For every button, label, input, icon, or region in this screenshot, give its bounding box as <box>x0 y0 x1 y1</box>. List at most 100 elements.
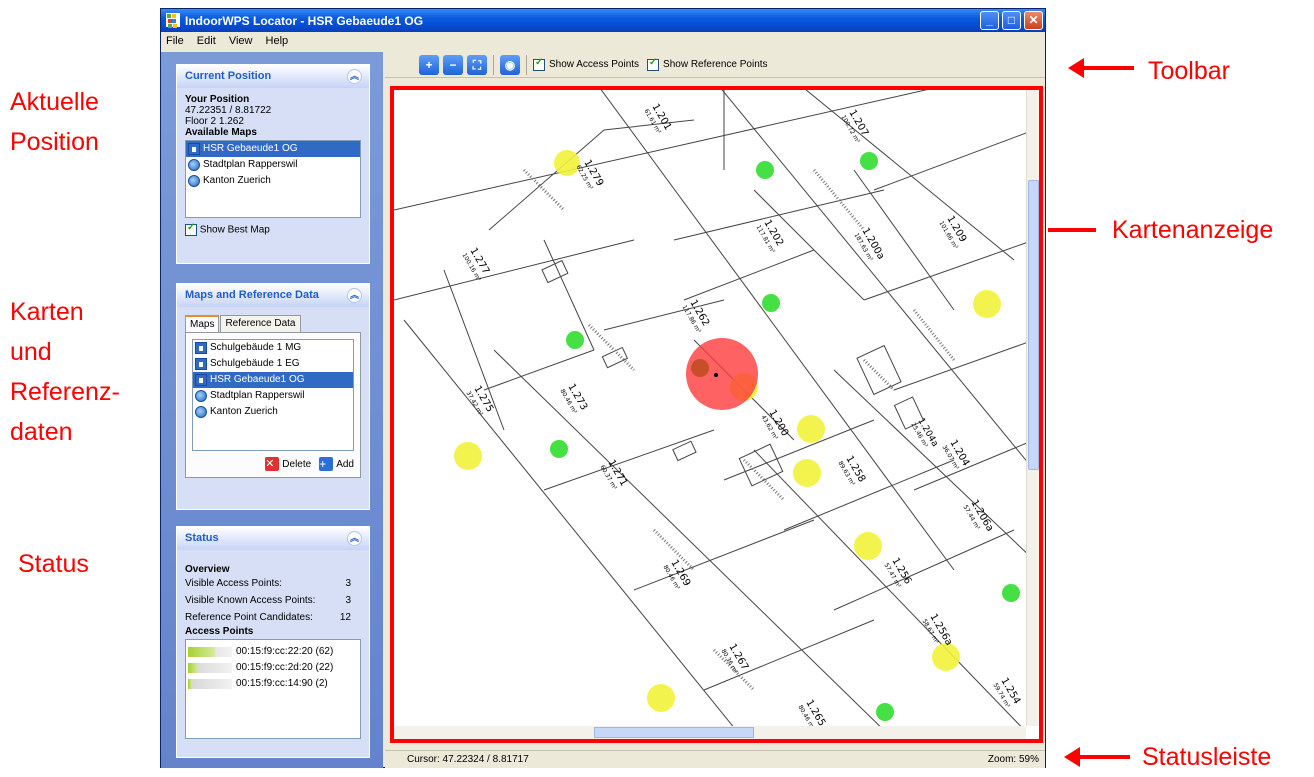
available-maps-label: Available Maps <box>185 127 257 138</box>
annotation-line: Aktuelle <box>10 88 99 116</box>
signal-bar <box>188 679 232 689</box>
access-point-marker[interactable] <box>932 643 960 671</box>
position-dot <box>714 373 718 377</box>
map-view[interactable]: 1.201 61.61 m² 1.207 100.72 m² 1.279 62.25 … <box>390 86 1043 743</box>
overview-label: Overview <box>185 564 230 575</box>
access-point-marker[interactable] <box>647 684 675 712</box>
maps-list[interactable]: Schulgebäude 1 MG Schulgebäude 1 EG HSR … <box>192 339 354 451</box>
panel-title: Status <box>185 532 219 544</box>
list-item[interactable]: HSR Gebaeude1 OG <box>186 141 360 157</box>
menu-view[interactable]: View <box>224 33 258 47</box>
house-icon <box>195 374 207 386</box>
collapse-icon[interactable]: ︽ <box>347 531 362 546</box>
close-button[interactable]: ✕ <box>1024 11 1043 30</box>
maps-reference-header[interactable]: Maps and Reference Data ︽ <box>177 284 369 307</box>
access-point-marker[interactable] <box>793 459 821 487</box>
add-icon: + <box>319 457 334 471</box>
minimize-button[interactable]: _ <box>980 11 999 30</box>
toolbar-separator <box>493 54 494 75</box>
globe-icon <box>188 175 200 187</box>
access-point-row[interactable]: 00:15:f9:cc:14:90 (2) <box>186 676 360 692</box>
map-vertical-scrollbar[interactable] <box>1026 90 1039 726</box>
list-item-label: Kanton Zuerich <box>210 406 278 417</box>
maps-reference-panel: Maps and Reference Data ︽ Maps Reference… <box>176 283 370 510</box>
list-item-label: Stadtplan Rapperswil <box>210 390 305 401</box>
status-row: Visible Known Access Points: 3 <box>185 592 361 609</box>
window-title: IndoorWPS Locator - HSR Gebaeude1 OG <box>185 14 424 28</box>
menu-bar: File Edit View Help <box>161 33 1045 51</box>
show-best-map-checkbox[interactable] <box>185 222 197 236</box>
show-reference-points-checkbox[interactable] <box>647 57 660 71</box>
list-item[interactable]: Stadtplan Rapperswil <box>193 388 353 404</box>
list-item[interactable]: Schulgebäude 1 MG <box>193 340 353 356</box>
tab-maps[interactable]: Maps <box>185 315 220 332</box>
access-point-marker[interactable] <box>797 415 825 443</box>
tab-reference-data[interactable]: Reference Data <box>220 315 301 332</box>
annotation-status: Status <box>18 550 89 578</box>
collapse-icon[interactable]: ︽ <box>347 288 362 303</box>
menu-help[interactable]: Help <box>261 33 294 47</box>
collapse-icon[interactable]: ︽ <box>347 69 362 84</box>
delete-button[interactable]: ✕ Delete <box>265 457 311 471</box>
toolbar-separator <box>526 54 527 75</box>
available-maps-list[interactable]: HSR Gebaeude1 OG Stadtplan Rapperswil Ka… <box>185 140 361 218</box>
list-item[interactable]: Kanton Zuerich <box>193 404 353 420</box>
menu-file[interactable]: File <box>161 33 189 47</box>
horizontal-scroll-thumb[interactable] <box>594 727 754 738</box>
sidebar: Current Position ︽ Your Position 47.2235… <box>161 52 383 768</box>
access-point-mac: 00:15:f9:cc:2d:20 (22) <box>236 662 334 673</box>
reference-point[interactable] <box>550 440 568 458</box>
position-coords: 47.22351 / 8.81722 <box>185 105 272 116</box>
status-header[interactable]: Status ︽ <box>177 527 369 550</box>
status-row-value: 3 <box>345 595 351 606</box>
zoom-in-icon[interactable]: + <box>419 54 439 75</box>
list-item-label: HSR Gebaeude1 OG <box>203 143 298 154</box>
panel-title: Maps and Reference Data <box>185 289 319 301</box>
list-item[interactable]: Kanton Zuerich <box>186 173 360 189</box>
floor-plan[interactable]: 1.20161.61 m² 1.207100.72 m² 1.27962.25 … <box>394 90 1035 739</box>
map-horizontal-scrollbar[interactable] <box>394 726 1026 739</box>
panel-title: Current Position <box>185 70 272 82</box>
access-point-marker[interactable] <box>554 150 580 176</box>
reference-point[interactable] <box>756 161 774 179</box>
annotation-kartenanzeige: Kartenanzeige <box>1112 216 1274 244</box>
maximize-button[interactable]: □ <box>1002 11 1021 30</box>
your-position-label: Your Position <box>185 94 250 105</box>
list-item[interactable]: HSR Gebaeude1 OG <box>193 372 353 388</box>
vertical-scroll-thumb[interactable] <box>1028 180 1039 470</box>
access-point-marker[interactable] <box>454 442 482 470</box>
access-point-marker[interactable] <box>973 290 1001 318</box>
current-position-header[interactable]: Current Position ︽ <box>177 65 369 88</box>
access-point-row[interactable]: 00:15:f9:cc:2d:20 (22) <box>186 660 360 676</box>
reference-point[interactable] <box>860 152 878 170</box>
signal-bar-fill <box>188 647 216 657</box>
reference-point[interactable] <box>876 703 894 721</box>
reference-point[interactable] <box>566 331 584 349</box>
title-bar[interactable]: IndoorWPS Locator - HSR Gebaeude1 OG _ □… <box>161 9 1045 32</box>
add-button[interactable]: + Add <box>319 457 354 471</box>
statusleiste-arrow <box>1064 747 1130 767</box>
reference-point[interactable] <box>1002 584 1020 602</box>
show-access-points-checkbox[interactable] <box>533 57 545 71</box>
list-item-label: HSR Gebaeude1 OG <box>210 374 305 385</box>
access-points-list[interactable]: 00:15:f9:cc:22:20 (62) 00:15:f9:cc:2d:20… <box>185 639 361 739</box>
access-point-marker[interactable] <box>854 532 882 560</box>
cursor-readout: Cursor: 47.22324 / 8.81717 <box>407 754 529 765</box>
zoom-out-icon[interactable]: − <box>443 54 463 75</box>
status-row: Reference Point Candidates: 12 <box>185 609 361 626</box>
maps-tab-body: Schulgebäude 1 MG Schulgebäude 1 EG HSR … <box>185 332 361 478</box>
reference-point[interactable] <box>762 294 780 312</box>
show-reference-points-label: Show Reference Points <box>663 59 768 70</box>
zoom-fit-icon[interactable]: ⛶ <box>467 54 487 75</box>
list-item[interactable]: Schulgebäude 1 EG <box>193 356 353 372</box>
menu-edit[interactable]: Edit <box>192 33 221 47</box>
locate-icon[interactable]: ◉ <box>500 54 520 75</box>
access-point-row[interactable]: 00:15:f9:cc:22:20 (62) <box>186 644 360 660</box>
annotation-karten: Karten und Referenz- daten <box>10 292 120 452</box>
access-point-mac: 00:15:f9:cc:14:90 (2) <box>236 678 328 689</box>
show-best-map-label: Show Best Map <box>199 224 270 236</box>
list-item-label: Stadtplan Rapperswil <box>203 159 298 170</box>
app-icon <box>166 13 180 28</box>
list-item[interactable]: Stadtplan Rapperswil <box>186 157 360 173</box>
show-best-map-row[interactable]: Show Best Map <box>185 222 361 236</box>
